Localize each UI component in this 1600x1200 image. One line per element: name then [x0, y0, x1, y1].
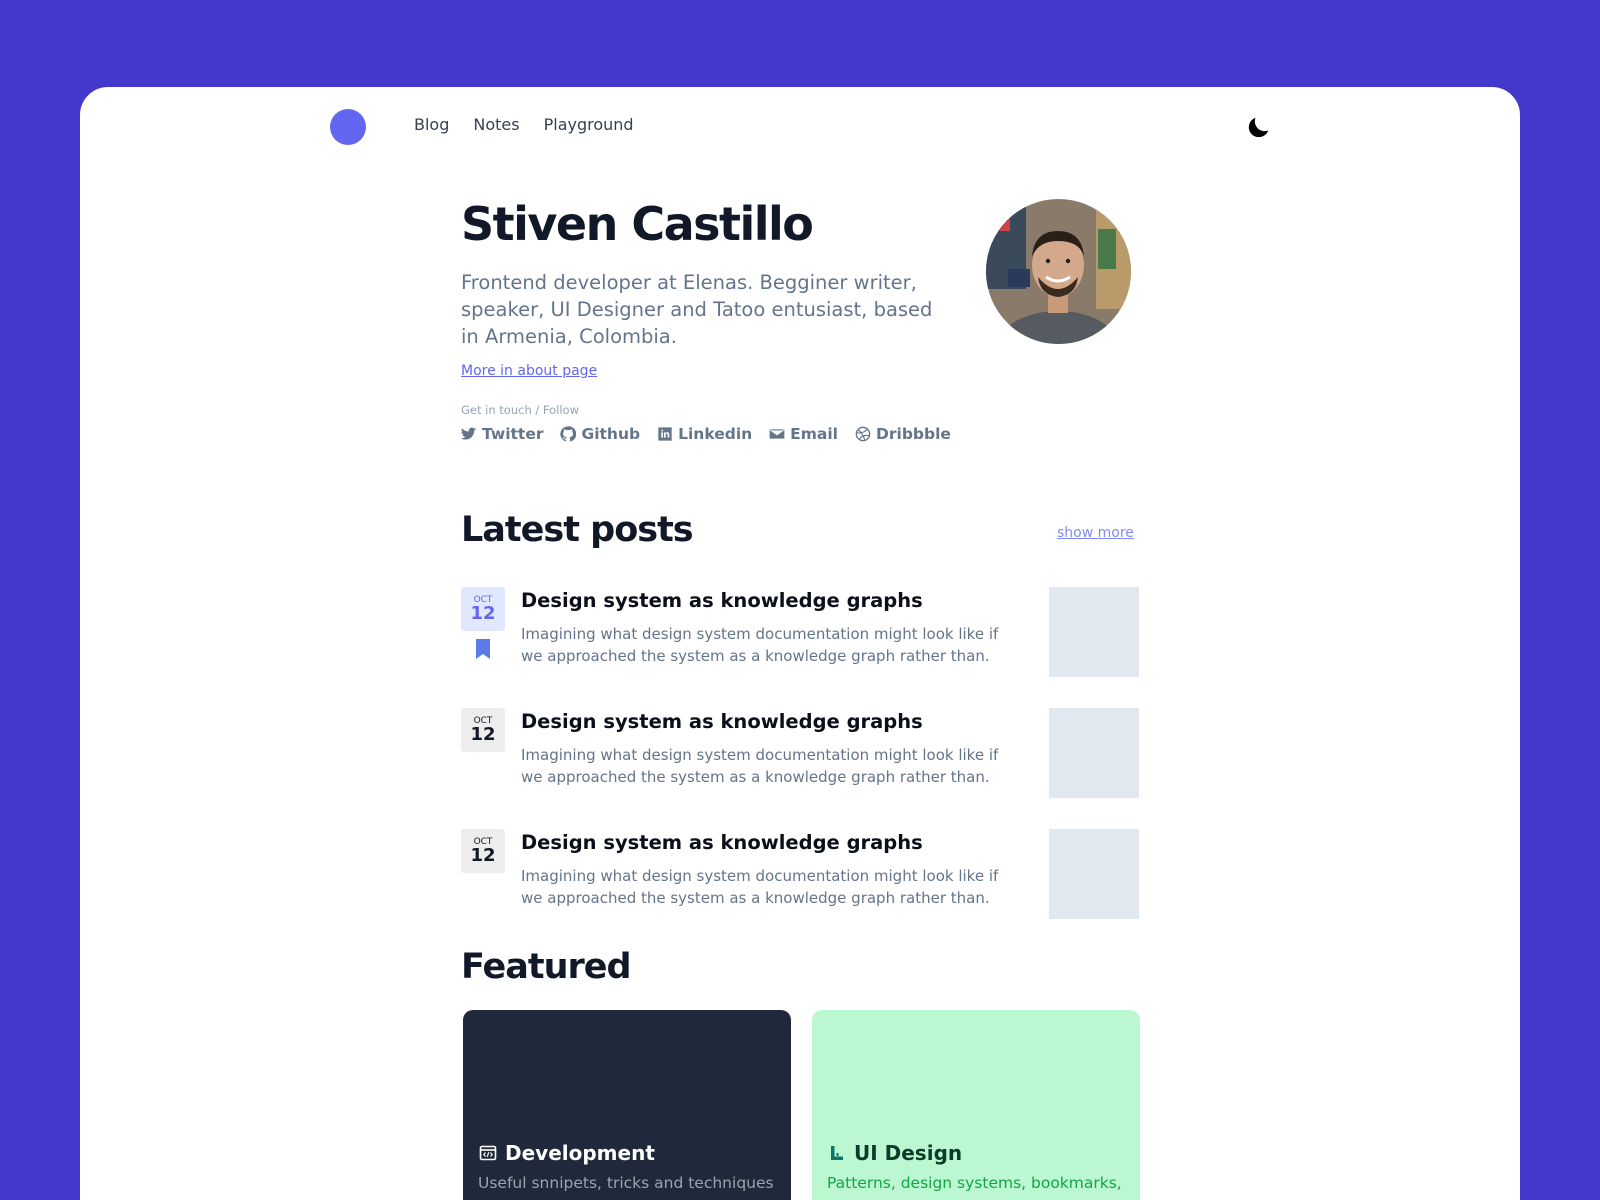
- post-thumbnail: [1049, 829, 1139, 919]
- card-title: Development: [505, 1141, 655, 1165]
- featured-title: Featured: [461, 947, 632, 987]
- nav-link-notes[interactable]: Notes: [473, 115, 519, 134]
- email-icon: [769, 429, 785, 439]
- social-github[interactable]: Github: [560, 425, 640, 443]
- card-description: Patterns, design systems, bookmarks,: [827, 1174, 1122, 1192]
- post-item[interactable]: OCT 12 Design system as knowledge graphs…: [461, 829, 1141, 919]
- social-links: Twitter Github Linkedin Email Dribbble: [461, 425, 968, 443]
- date-day: 12: [470, 603, 496, 624]
- social-label: Github: [581, 425, 641, 443]
- social-email[interactable]: Email: [769, 425, 838, 443]
- date-badge: OCT 12: [461, 587, 505, 631]
- nav-link-blog[interactable]: Blog: [414, 115, 449, 134]
- date-day: 12: [470, 724, 496, 745]
- date-day: 12: [470, 845, 496, 866]
- avatar: [986, 199, 1131, 344]
- post-description: Imagining what design system documentati…: [521, 746, 999, 786]
- social-linkedin[interactable]: Linkedin: [657, 425, 752, 443]
- nav-link-playground[interactable]: Playground: [544, 115, 634, 134]
- moon-icon[interactable]: [1246, 114, 1272, 140]
- post-description: Imagining what design system documentati…: [521, 867, 999, 907]
- page-frame: Blog Notes Playground Stiven Castillo Fr…: [80, 87, 1520, 1200]
- about-page-link[interactable]: More in about page: [461, 363, 597, 379]
- github-icon: [560, 426, 577, 442]
- bookmark-icon[interactable]: [475, 639, 491, 659]
- social-label: Linkedin: [678, 425, 753, 443]
- twitter-icon: [461, 427, 477, 440]
- top-nav: Blog Notes Playground: [80, 87, 1520, 167]
- card-description: Useful snnipets, tricks and techniques: [478, 1174, 774, 1192]
- dribbble-icon: [855, 426, 871, 442]
- follow-label: Get in touch / Follow: [461, 403, 579, 417]
- date-badge: OCT 12: [461, 708, 505, 752]
- featured-card-development[interactable]: Development Useful snnipets, tricks and …: [463, 1010, 791, 1200]
- code-window-icon: [479, 1145, 497, 1161]
- social-label: Dribbble: [876, 425, 951, 443]
- ui-design-icon: [831, 1146, 843, 1160]
- profile-bio: Frontend developer at Elenas. Begginer w…: [461, 271, 933, 348]
- post-item[interactable]: OCT 12 Design system as knowledge graphs…: [461, 708, 1141, 798]
- post-thumbnail: [1049, 708, 1139, 798]
- post-description: Imagining what design system documentati…: [521, 625, 999, 665]
- social-label: Twitter: [482, 425, 544, 443]
- card-header: UI Design: [828, 1141, 962, 1165]
- featured-card-ui-design[interactable]: UI Design Patterns, design systems, book…: [812, 1010, 1140, 1200]
- latest-posts-title: Latest posts: [461, 510, 694, 550]
- post-item[interactable]: OCT 12 Design system as knowledge graphs…: [461, 587, 1141, 677]
- linkedin-icon: [658, 427, 672, 441]
- post-thumbnail: [1049, 587, 1139, 677]
- post-title[interactable]: Design system as knowledge graphs: [521, 831, 923, 854]
- logo[interactable]: [330, 109, 366, 145]
- social-dribbble[interactable]: Dribbble: [855, 425, 951, 443]
- profile-name: Stiven Castillo: [461, 197, 814, 251]
- show-more-link[interactable]: show more: [1057, 525, 1134, 541]
- nav-links: Blog Notes Playground: [414, 115, 658, 134]
- date-badge: OCT 12: [461, 829, 505, 873]
- post-title[interactable]: Design system as knowledge graphs: [521, 589, 923, 612]
- card-title: UI Design: [854, 1141, 963, 1165]
- social-twitter[interactable]: Twitter: [461, 425, 543, 443]
- social-label: Email: [790, 425, 838, 443]
- card-header: Development: [479, 1141, 655, 1165]
- post-title[interactable]: Design system as knowledge graphs: [521, 710, 923, 733]
